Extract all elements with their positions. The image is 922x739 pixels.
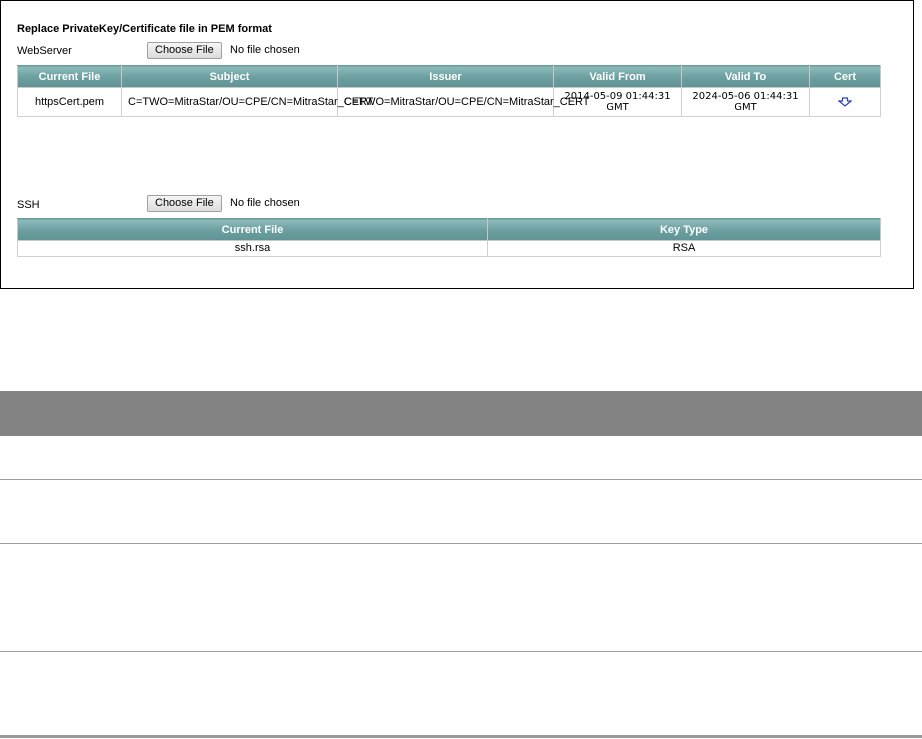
webserver-choose-file-button[interactable]: Choose File	[147, 42, 222, 59]
row-divider	[0, 651, 922, 652]
table-header-row: Current File Key Type	[17, 218, 881, 241]
table-row: ssh.rsa RSA	[17, 240, 881, 257]
cell-cert	[809, 87, 881, 117]
column-header-issuer: Issuer	[337, 65, 554, 88]
column-header-valid-from: Valid From	[553, 65, 682, 88]
ssh-label: SSH	[17, 199, 40, 211]
download-icon[interactable]	[837, 96, 853, 107]
table-header-bar	[0, 391, 922, 436]
row-divider	[0, 543, 922, 544]
ssh-key-table: Current File Key Type ssh.rsa RSA	[17, 218, 881, 257]
table-header-row: Current File Subject Issuer Valid From V…	[17, 65, 881, 88]
column-header-key-type: Key Type	[487, 218, 881, 241]
row-divider	[0, 479, 922, 480]
table-bottom-border	[0, 735, 922, 738]
ssh-choose-file-button[interactable]: Choose File	[147, 195, 222, 212]
cell-current-file: httpsCert.pem	[17, 87, 122, 117]
column-header-cert: Cert	[809, 65, 881, 88]
column-header-valid-to: Valid To	[681, 65, 810, 88]
column-header-subject: Subject	[121, 65, 338, 88]
webserver-cert-table: Current File Subject Issuer Valid From V…	[17, 65, 881, 117]
webserver-file-status: No file chosen	[230, 44, 300, 56]
certificate-panel: Replace PrivateKey/Certificate file in P…	[0, 0, 914, 289]
webserver-label: WebServer	[17, 45, 72, 57]
ssh-file-status: No file chosen	[230, 197, 300, 209]
column-header-current-file: Current File	[17, 218, 488, 241]
table-row: httpsCert.pem C=TWO=MitraStar/OU=CPE/CN=…	[17, 87, 881, 117]
column-header-current-file: Current File	[17, 65, 122, 88]
cell-issuer: C=TWO=MitraStar/OU=CPE/CN=MitraStar_CERT	[337, 87, 590, 117]
cell-current-file: ssh.rsa	[17, 240, 488, 257]
cell-valid-to: 2024-05-06 01:44:31 GMT	[681, 87, 810, 117]
cell-key-type: RSA	[487, 240, 881, 257]
cell-subject: C=TWO=MitraStar/OU=CPE/CN=MitraStar_CERT	[121, 87, 374, 117]
section-heading: Replace PrivateKey/Certificate file in P…	[17, 23, 272, 35]
